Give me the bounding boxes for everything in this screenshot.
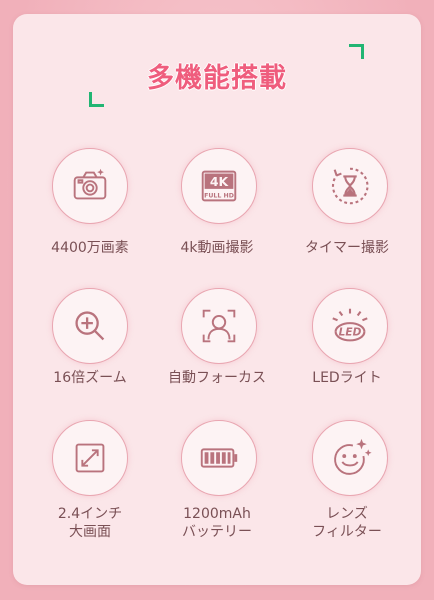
battery-icon xyxy=(181,420,257,496)
zoom-in-icon xyxy=(52,288,128,364)
timer-hourglass-icon xyxy=(312,148,388,224)
badge-4k-text: 4K xyxy=(210,174,230,189)
feature-label-line2: フィルター xyxy=(312,524,382,540)
feature-label: タイマー撮影 xyxy=(305,240,389,256)
feature-label: 16倍ズーム xyxy=(53,370,127,386)
feature-label: 4k動画撮影 xyxy=(180,240,254,256)
title-container: 多機能搭載 xyxy=(13,56,421,95)
page-title: 多機能搭載 xyxy=(147,63,287,94)
expand-screen-icon xyxy=(52,420,128,496)
feature-label-line1: 1200mAh xyxy=(183,506,251,522)
led-text: LED xyxy=(339,327,362,339)
face-focus-icon xyxy=(181,288,257,364)
features-card: 多機能搭載 4400万画素 4K FULL HD 4k動画撮影 タイマー撮影 1… xyxy=(13,14,421,585)
feature-label-line2: バッテリー xyxy=(182,524,252,540)
badge-fullhd-text: FULL HD xyxy=(204,193,234,200)
4k-fullhd-icon: 4K FULL HD xyxy=(181,148,257,224)
page-background: 多機能搭載 4400万画素 4K FULL HD 4k動画撮影 タイマー撮影 1… xyxy=(0,0,434,600)
smiley-sparkle-icon xyxy=(312,420,388,496)
feature-label-line1: レンズ xyxy=(326,506,368,522)
feature-label: 4400万画素 xyxy=(51,240,129,256)
camera-icon xyxy=(52,148,128,224)
feature-label: 自動フォーカス xyxy=(168,370,266,386)
feature-label: LEDライト xyxy=(312,370,382,386)
feature-label-line2: 大画面 xyxy=(69,524,111,540)
feature-label-line1: 2.4インチ xyxy=(57,506,123,522)
led-light-icon: LED xyxy=(312,288,388,364)
